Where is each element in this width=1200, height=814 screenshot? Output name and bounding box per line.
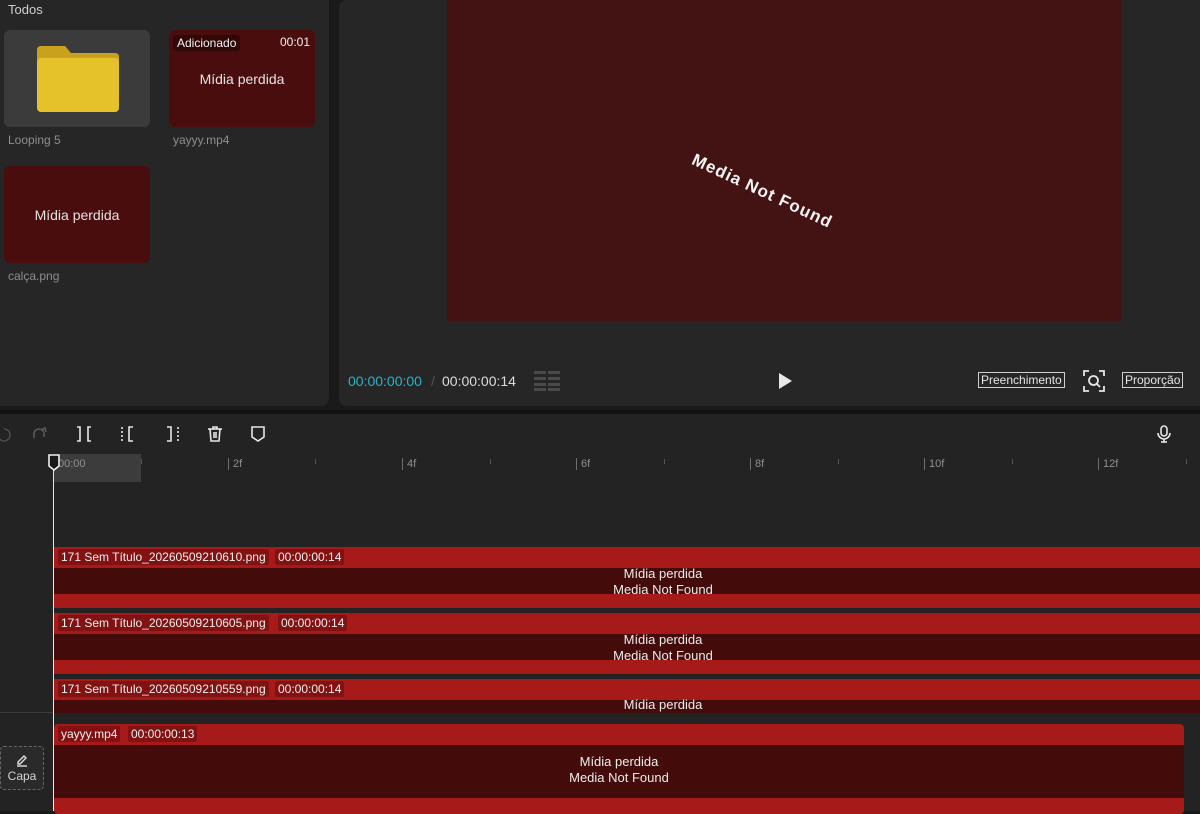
- clip-duration: 00:00:00:14: [275, 681, 344, 697]
- ruler-tick: [1098, 458, 1099, 470]
- clip-filename: 171 Sem Título_20260509210605.png: [58, 615, 269, 631]
- timecode-separator: /: [431, 373, 435, 389]
- clip-duration: 00:00:00:14: [275, 549, 344, 565]
- clip-missing-text: Mídia perdida: [54, 566, 1200, 581]
- player-controls: 00:00:00:00 / 00:00:00:14 Preenchimento …: [339, 364, 1200, 398]
- trim-left-icon[interactable]: [118, 424, 138, 444]
- marker-icon[interactable]: [248, 424, 268, 444]
- preview-canvas[interactable]: Media Not Found: [447, 0, 1121, 322]
- cover-button[interactable]: Capa: [0, 746, 44, 790]
- play-icon[interactable]: [777, 372, 793, 390]
- ruler-tick: [228, 458, 229, 470]
- playhead-line[interactable]: [53, 458, 54, 811]
- delete-icon[interactable]: [205, 424, 225, 444]
- media-item-name: Looping 5: [8, 133, 61, 147]
- media-section-title: Todos: [8, 2, 43, 17]
- media-panel: Todos Looping 5 Adicionado 00:01 Mídia p…: [0, 0, 329, 406]
- media-item-folder[interactable]: [4, 30, 150, 127]
- clip-duration: 00:00:00:14: [278, 615, 347, 631]
- clip-missing-text: Mídia perdida: [54, 697, 1200, 712]
- ruler-label: 8f: [755, 458, 764, 470]
- media-item-video[interactable]: Adicionado 00:01 Mídia perdida: [169, 30, 315, 127]
- ruler-tick: [664, 459, 665, 464]
- current-timecode: 00:00:00:00: [348, 373, 422, 389]
- ruler-label: 4f: [407, 458, 416, 470]
- ruler-label: 2f: [233, 458, 242, 470]
- clip-filename: 171 Sem Título_20260509210610.png: [58, 549, 269, 565]
- timeline-clip-main[interactable]: yayyy.mp4 00:00:00:13 Mídia perdida Medi…: [54, 724, 1184, 814]
- clip-not-found-text: Media Not Found: [54, 770, 1184, 785]
- media-not-found-text: Media Not Found: [689, 150, 836, 233]
- ruler-tick: [315, 459, 316, 464]
- time-ruler[interactable]: 00:00 2f 4f 6f 8f 10f 12f: [0, 454, 1200, 482]
- ruler-tick: [402, 458, 403, 470]
- timeline-clip[interactable]: 171 Sem Título_20260509210605.png 00:00:…: [54, 613, 1200, 674]
- ruler-tick: [490, 459, 491, 464]
- aspect-ratio-button[interactable]: Proporção: [1122, 372, 1183, 388]
- clip-duration: 00:00:00:13: [128, 726, 197, 742]
- trim-right-icon[interactable]: [162, 424, 182, 444]
- missing-media-text: Mídia perdida: [169, 30, 315, 127]
- player-panel: Media Not Found 00:00:00:00 / 00:00:00:1…: [339, 0, 1200, 406]
- edit-icon: [15, 753, 29, 767]
- media-item-name: calça.png: [8, 269, 59, 283]
- ruler-label: 10f: [929, 458, 944, 470]
- timeline[interactable]: 00:00 2f 4f 6f 8f 10f 12f 171 Sem Título…: [0, 454, 1200, 811]
- waveform-grid-icon[interactable]: [534, 371, 562, 391]
- timeline-toolbar: [0, 414, 1200, 454]
- folder-icon: [35, 44, 121, 114]
- fit-zoom-icon[interactable]: [1083, 370, 1105, 392]
- playhead-handle[interactable]: [48, 454, 60, 471]
- ruler-tick: [141, 459, 142, 464]
- ruler-tick: [924, 458, 925, 470]
- missing-media-text: Mídia perdida: [4, 166, 150, 263]
- split-icon[interactable]: [74, 424, 94, 444]
- clip-not-found-text: Media Not Found: [54, 582, 1200, 597]
- redo-icon[interactable]: [30, 424, 50, 444]
- media-item-name: yayyy.mp4: [173, 133, 229, 147]
- media-item-image[interactable]: Mídia perdida: [4, 166, 150, 263]
- clip-not-found-text: Media Not Found: [54, 648, 1200, 663]
- undo-icon[interactable]: [0, 424, 14, 444]
- cover-label: Capa: [8, 769, 37, 783]
- clip-missing-text: Mídia perdida: [54, 754, 1184, 769]
- ruler-tick: [1012, 459, 1013, 464]
- ruler-tick: [576, 458, 577, 470]
- clip-filename: yayyy.mp4: [58, 726, 120, 742]
- total-timecode: 00:00:00:14: [442, 373, 516, 389]
- fill-button[interactable]: Preenchimento: [978, 372, 1065, 388]
- microphone-icon[interactable]: [1154, 424, 1174, 444]
- timeline-clip[interactable]: 171 Sem Título_20260509210559.png 00:00:…: [54, 679, 1200, 713]
- ruler-tick: [838, 459, 839, 464]
- timeline-clip[interactable]: 171 Sem Título_20260509210610.png 00:00:…: [54, 547, 1200, 608]
- ruler-label: 12f: [1103, 458, 1118, 470]
- ruler-label: 6f: [581, 458, 590, 470]
- ruler-tick: [1186, 459, 1187, 464]
- ruler-tick: [750, 458, 751, 470]
- ruler-label: 00:00: [58, 458, 86, 470]
- clip-missing-text: Mídia perdida: [54, 632, 1200, 647]
- clip-filename: 171 Sem Título_20260509210559.png: [58, 681, 269, 697]
